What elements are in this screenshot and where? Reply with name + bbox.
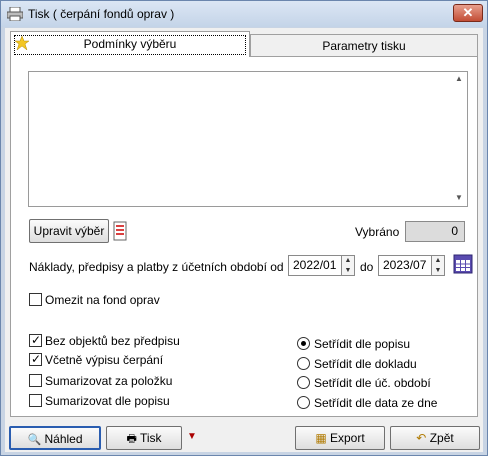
tab-print-parameters[interactable]: Parametry tisku: [250, 34, 478, 57]
print-dropdown-icon[interactable]: ▼: [185, 426, 199, 450]
radio-label: Setřídit dle úč. období: [314, 376, 431, 390]
export-icon: ▦: [315, 431, 327, 445]
checkbox-sum-by-description[interactable]: [29, 394, 42, 407]
printer-icon: 🖶: [126, 433, 137, 445]
back-label: Zpět: [429, 431, 454, 445]
radio-selected-dot: [301, 341, 306, 346]
vertical-scrollbar[interactable]: ▲ ▼: [451, 72, 467, 206]
checkbox-sum-by-item[interactable]: [29, 374, 42, 387]
preview-label: Náhled: [44, 432, 83, 446]
selected-count: 0: [405, 221, 465, 242]
list-icon[interactable]: [113, 221, 127, 241]
period-label: Náklady, předpisy a platby z účetních ob…: [29, 260, 284, 274]
period-from-spinner[interactable]: ▲ ▼: [341, 255, 355, 276]
printer-icon: [7, 7, 23, 21]
radio-label: Setřídit dle dokladu: [314, 357, 417, 371]
edit-selection-button[interactable]: Upravit výběr: [29, 219, 109, 243]
checkbox-no-objects[interactable]: ✓: [29, 333, 42, 347]
radio-label: Setřídit dle data ze dne: [314, 396, 438, 410]
close-icon: ✕: [462, 5, 474, 20]
selected-label: Vybráno: [355, 225, 400, 239]
print-label: Tisk: [139, 431, 162, 445]
preview-button[interactable]: 🔍 Náhled: [9, 426, 101, 450]
export-label: Export: [330, 431, 365, 445]
checkbox-include-draws[interactable]: ✓: [29, 352, 42, 366]
calendar-icon[interactable]: [453, 254, 473, 274]
checkmark-icon: ✓: [31, 352, 42, 366]
radio-sort-period[interactable]: [297, 376, 310, 389]
radio-label: Setřídit dle popisu: [314, 337, 411, 351]
focus-rect: [14, 35, 246, 55]
scroll-down-icon[interactable]: ▼: [455, 193, 463, 202]
checkbox-label: Sumarizovat dle popisu: [45, 394, 170, 408]
tab-selection-criteria[interactable]: Podmínky výběru: [10, 31, 250, 57]
back-button[interactable]: ↶ Zpět: [390, 426, 480, 450]
checkbox-label: Včetně výpisu čerpání: [45, 353, 164, 367]
radio-sort-date[interactable]: [297, 396, 310, 409]
magnifier-icon: 🔍: [27, 434, 42, 446]
period-from-input[interactable]: 2022/01: [288, 255, 342, 276]
print-button[interactable]: 🖶 Tisk: [106, 426, 182, 450]
checkbox-label: Bez objektů bez předpisu: [45, 334, 180, 348]
checkbox-label: Sumarizovat za položku: [45, 374, 173, 388]
export-button[interactable]: ▦ Export: [295, 426, 385, 450]
dialog-footer: 🔍 Náhled 🖶 Tisk ▼ ▦ Export ↶ Zpět: [5, 420, 483, 450]
back-icon: ↶: [416, 431, 427, 445]
window-title: Tisk ( čerpání fondů oprav ): [28, 7, 175, 21]
radio-sort-document[interactable]: [297, 357, 310, 370]
checkmark-icon: ✓: [31, 333, 42, 347]
dialog-client: Podmínky výběru Parametry tisku ▲ ▼ Upra…: [5, 28, 483, 452]
selection-text-area[interactable]: ▲ ▼: [28, 71, 468, 207]
close-button[interactable]: ✕: [453, 4, 483, 22]
scroll-up-icon[interactable]: ▲: [455, 74, 463, 83]
period-to-spinner[interactable]: ▲ ▼: [431, 255, 445, 276]
radio-sort-description[interactable]: [297, 337, 310, 350]
title-bar: Tisk ( čerpání fondů oprav ) ✕: [1, 1, 487, 27]
print-dialog: Tisk ( čerpání fondů oprav ) ✕ Podmínky …: [0, 0, 488, 456]
period-to-label: do: [360, 260, 374, 274]
fund-limit-label: Omezit na fond oprav: [45, 293, 160, 307]
fund-limit-checkbox[interactable]: [29, 293, 42, 306]
period-to-input[interactable]: 2023/07: [378, 255, 432, 276]
tab-label: Parametry tisku: [322, 39, 406, 53]
